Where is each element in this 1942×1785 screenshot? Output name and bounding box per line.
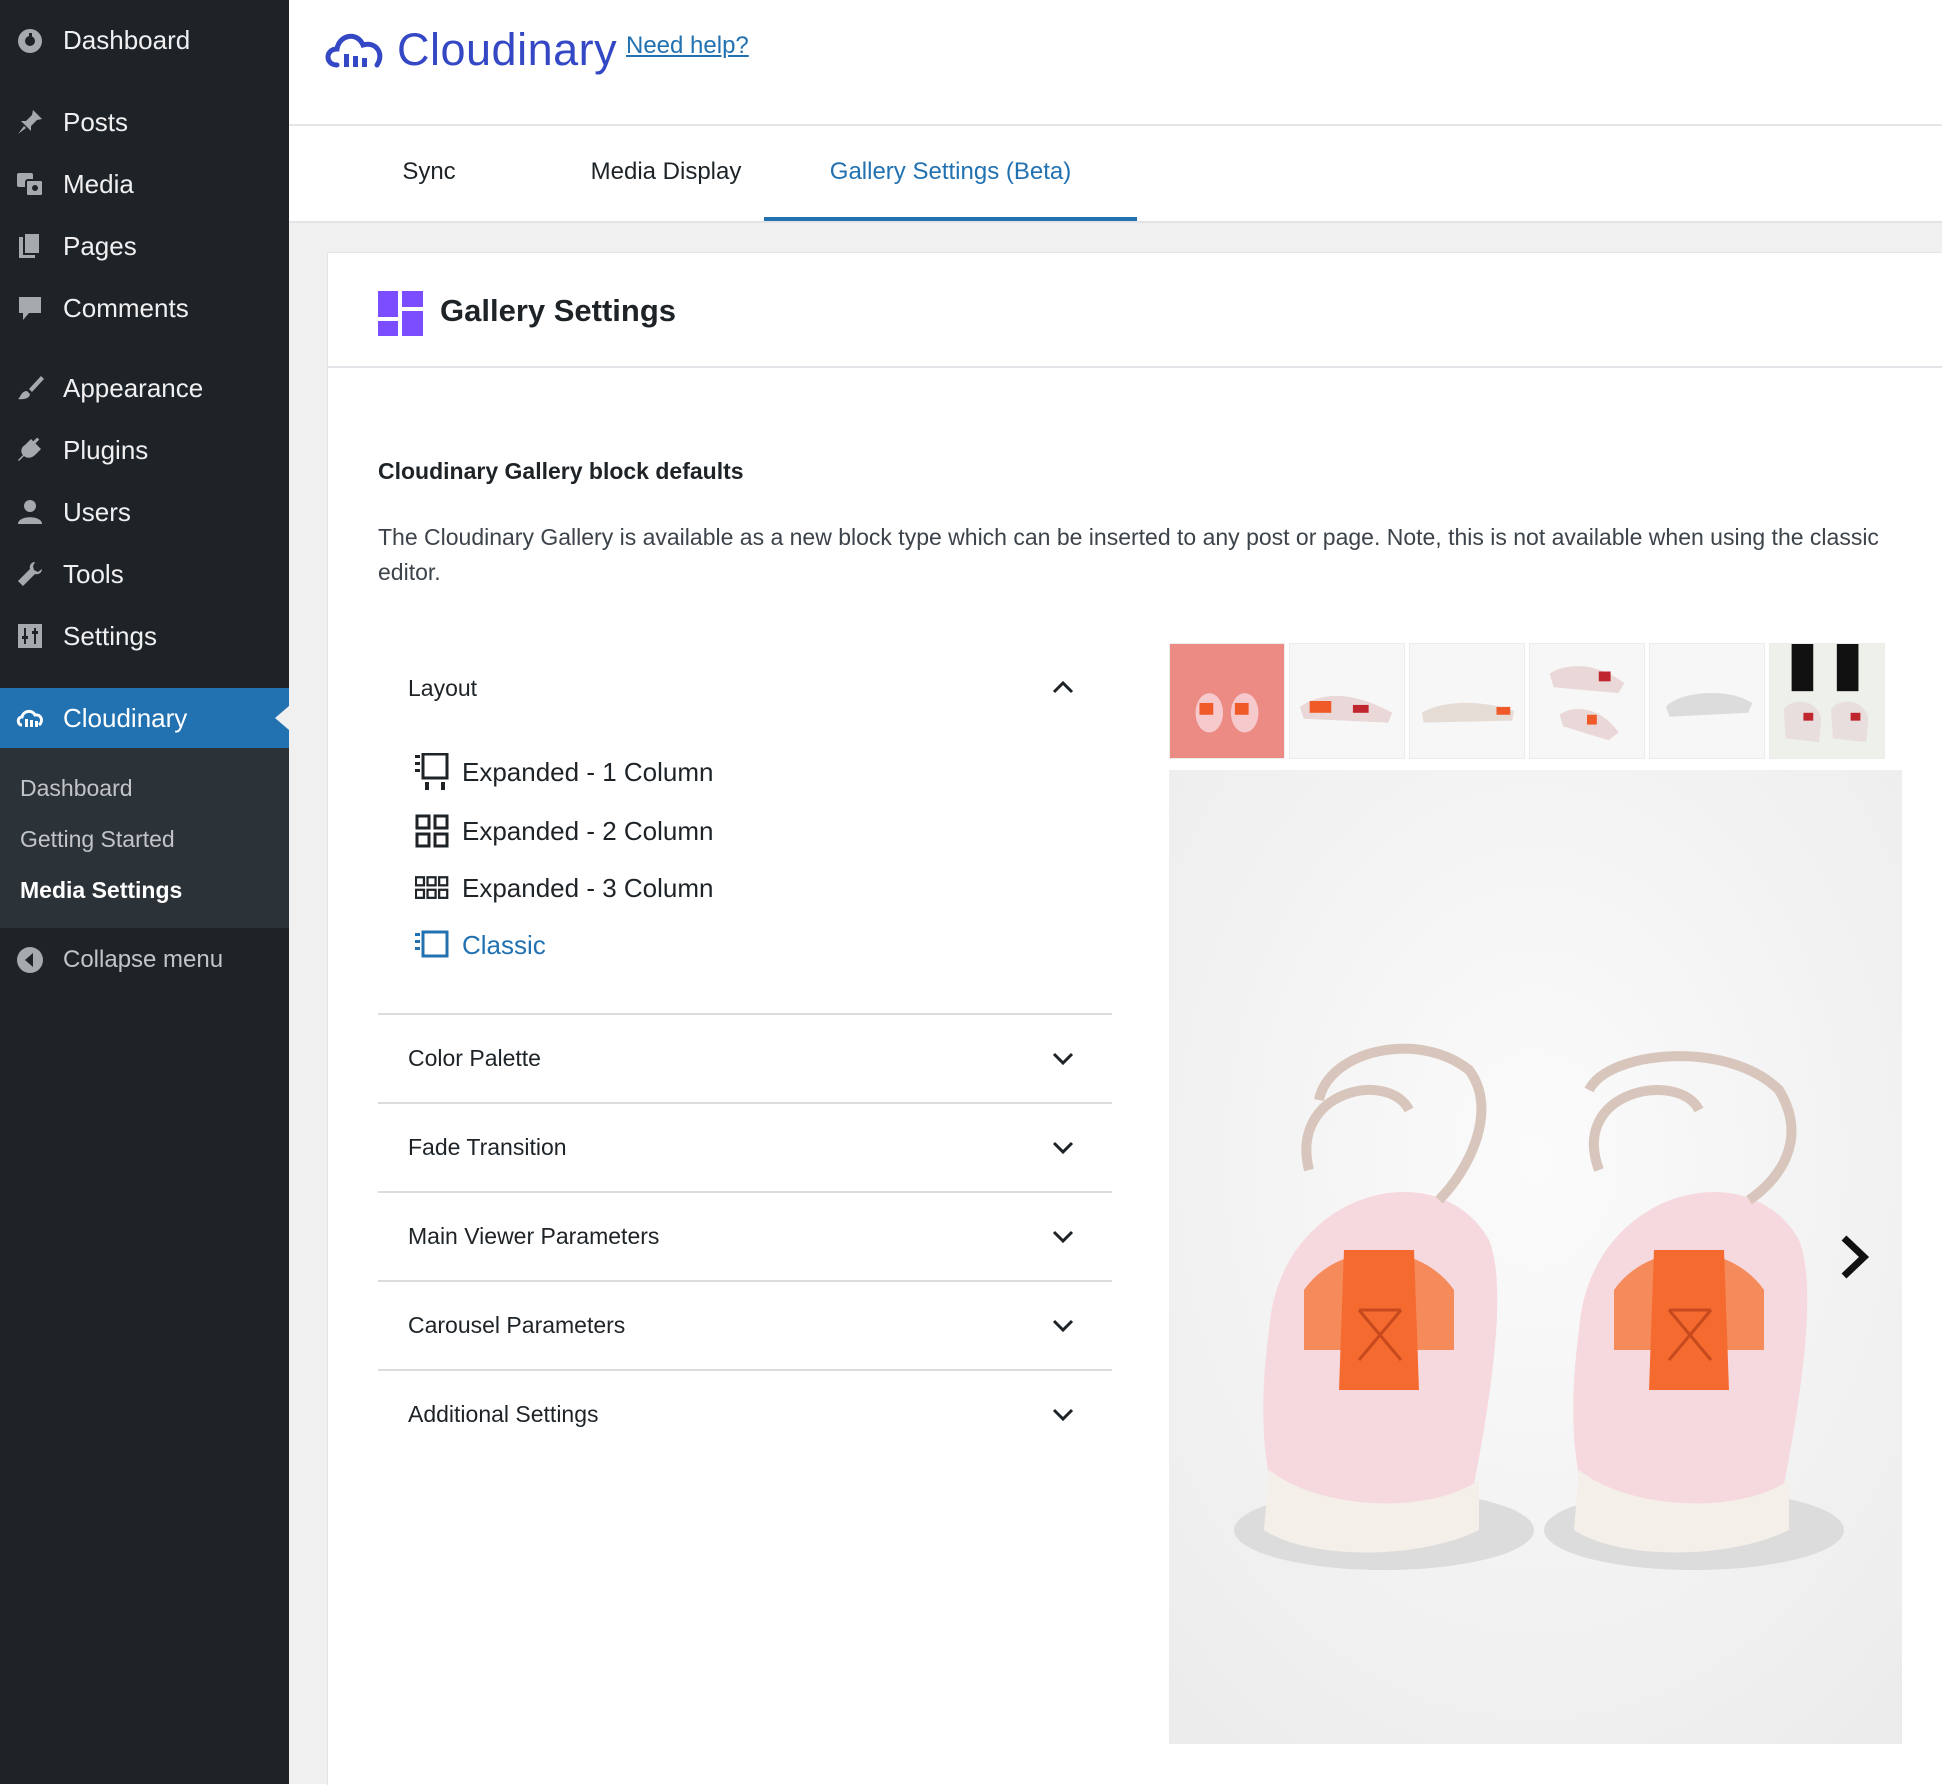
layout-option-expanded-3-column[interactable]: Expanded - 3 Column [415, 864, 713, 912]
layout-option-label: Expanded - 3 Column [462, 872, 714, 903]
accordion-color-palette[interactable]: Color Palette [378, 1013, 1112, 1101]
wrench-icon [14, 558, 46, 590]
layout-option-expanded-2-column[interactable]: Expanded - 2 Column [415, 807, 713, 855]
main-viewer-image [1169, 770, 1902, 1744]
cloudinary-logo: Cloudinary [323, 22, 617, 78]
tab-sync[interactable]: Sync [349, 126, 509, 221]
layout-option-classic[interactable]: Classic [415, 921, 546, 969]
sidebar-item-tools[interactable]: Tools [0, 544, 289, 604]
layout-option-expanded-1-column[interactable]: Expanded - 1 Column [415, 748, 713, 796]
gallery-thumbnail[interactable] [1529, 643, 1645, 759]
media-icon [14, 168, 46, 200]
plugin-header: Cloudinary Need help? [289, 0, 1942, 126]
accordion-label: Fade Transition [408, 1134, 567, 1160]
sidebar-item-plugins[interactable]: Plugins [0, 420, 289, 480]
layout-option-label: Expanded - 2 Column [462, 815, 714, 846]
collapse-menu-button[interactable]: Collapse menu [0, 930, 289, 990]
sidebar-item-media[interactable]: Media [0, 154, 289, 214]
sidebar-item-pages[interactable]: Pages [0, 216, 289, 276]
accordion-label: Carousel Parameters [408, 1312, 626, 1338]
sidebar-item-label: Posts [63, 107, 129, 137]
accordion-layout-header[interactable]: Layout [378, 660, 1112, 716]
chevron-down-icon [1052, 1052, 1074, 1066]
collapse-arrow-icon [14, 944, 46, 976]
settings-icon [14, 620, 46, 652]
sidebar-item-label: Settings [63, 621, 157, 651]
sidebar-item-label: Cloudinary [63, 703, 188, 733]
sidebar-item-label: Pages [63, 231, 137, 261]
brush-icon [14, 372, 46, 404]
chevron-right-icon[interactable] [1836, 1232, 1872, 1282]
tab-media-display[interactable]: Media Display [539, 126, 793, 221]
accordion-label: Additional Settings [408, 1401, 599, 1427]
sidebar-item-settings[interactable]: Settings [0, 606, 289, 666]
cloudinary-logo-icon [325, 33, 383, 68]
layout-option-label: Expanded - 1 Column [462, 756, 714, 787]
section-description: The Cloudinary Gallery is available as a… [378, 524, 1879, 585]
tab-gallery-settings[interactable]: Gallery Settings (Beta) [764, 126, 1137, 221]
gallery-thumbnail[interactable] [1289, 643, 1405, 759]
accordion-main-viewer-parameters[interactable]: Main Viewer Parameters [378, 1191, 1112, 1279]
chevron-up-icon [1052, 680, 1074, 694]
comment-icon [14, 292, 46, 324]
dashboard-icon [14, 24, 46, 56]
section-title: Cloudinary Gallery block defaults [378, 458, 744, 484]
gallery-layout-icon [378, 291, 423, 336]
settings-tabs: Sync Media Display Gallery Settings (Bet… [289, 126, 1942, 223]
submenu-item-getting-started[interactable]: Getting Started [20, 821, 175, 857]
classic-layout-icon [415, 926, 449, 964]
chevron-down-icon [1052, 1230, 1074, 1244]
sidebar-item-users[interactable]: Users [0, 482, 289, 542]
sidebar-item-comments[interactable]: Comments [0, 278, 289, 338]
gallery-thumbnail-strip [1169, 643, 1889, 759]
sidebar-item-label: Comments [63, 293, 189, 323]
accordion-label: Color Palette [408, 1045, 541, 1071]
chevron-down-icon [1052, 1141, 1074, 1155]
admin-sidebar: Dashboard Posts Media Pages Comments App… [0, 0, 289, 1784]
gallery-thumbnail[interactable] [1769, 643, 1885, 759]
submenu-item-dashboard[interactable]: Dashboard [20, 770, 133, 806]
sidebar-item-label: Media [63, 169, 134, 199]
expanded-2-column-icon [415, 812, 449, 850]
plug-icon [14, 434, 46, 466]
sidebar-item-label: Plugins [63, 435, 149, 465]
need-help-link[interactable]: Need help? [626, 32, 749, 60]
sidebar-item-label: Users [63, 497, 131, 527]
gallery-thumbnail[interactable] [1169, 643, 1285, 759]
sidebar-item-posts[interactable]: Posts [0, 92, 289, 152]
logo-text: Cloudinary [397, 24, 618, 75]
gallery-main-viewer[interactable] [1169, 770, 1902, 1744]
chevron-down-icon [1052, 1408, 1074, 1422]
expanded-1-column-icon [415, 753, 449, 791]
pages-icon [14, 230, 46, 262]
chevron-down-icon [1052, 1319, 1074, 1333]
accordion-additional-settings[interactable]: Additional Settings [378, 1369, 1112, 1457]
accordion-label: Layout [408, 675, 478, 701]
expanded-3-column-icon [415, 869, 449, 907]
submenu-item-media-settings[interactable]: Media Settings [20, 872, 182, 908]
gallery-thumbnail[interactable] [1649, 643, 1765, 759]
collapse-menu-label: Collapse menu [63, 946, 224, 973]
sidebar-item-label: Tools [63, 559, 124, 589]
accordion-fade-transition[interactable]: Fade Transition [378, 1102, 1112, 1190]
sidebar-item-appearance[interactable]: Appearance [0, 358, 289, 418]
panel-header: Gallery Settings [328, 253, 1942, 368]
panel-title: Gallery Settings [440, 293, 677, 328]
accordion-carousel-parameters[interactable]: Carousel Parameters [378, 1280, 1112, 1368]
pin-icon [14, 106, 46, 138]
accordion-label: Main Viewer Parameters [408, 1223, 660, 1249]
sidebar-item-label: Dashboard [63, 25, 191, 55]
user-icon [14, 496, 46, 528]
gallery-thumbnail[interactable] [1409, 643, 1525, 759]
sidebar-item-dashboard[interactable]: Dashboard [0, 10, 289, 70]
cloudinary-submenu: Dashboard Getting Started Media Settings [0, 748, 289, 928]
sidebar-item-cloudinary[interactable]: Cloudinary [0, 688, 289, 748]
sidebar-item-label: Appearance [63, 373, 204, 403]
layout-option-label: Classic [462, 929, 546, 960]
cloudinary-icon [14, 702, 46, 734]
